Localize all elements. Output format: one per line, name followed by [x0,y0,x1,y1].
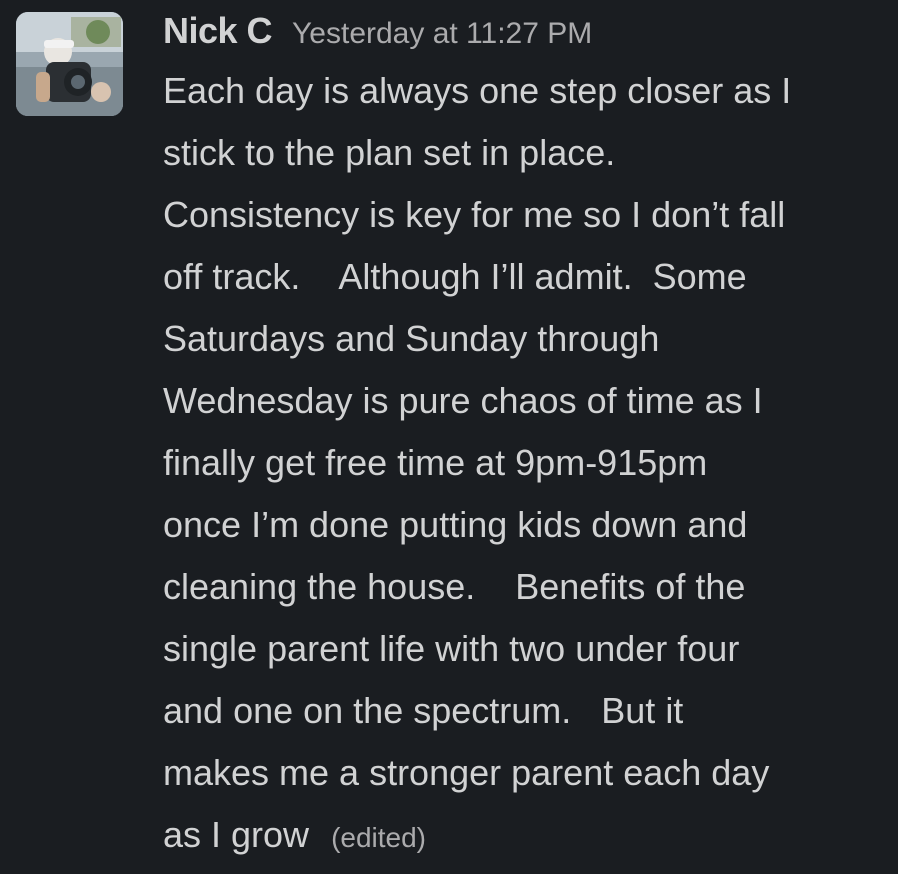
message-last-line: as I grow (edited) [163,804,883,866]
message-line: single parent life with two under four [163,628,740,669]
message-line: Each day is always one step closer as I [163,70,792,111]
message-line: cleaning the house. Benefits of the [163,566,746,607]
message-line: off track. Although I’ll admit. Some [163,256,747,297]
message-body: Each day is always one step closer as I … [163,60,883,866]
avatar-photo [16,12,123,116]
message-line: stick to the plan set in place. [163,132,616,173]
message-line: Saturdays and Sunday through [163,318,660,359]
message-line-text: as I grow [163,814,310,855]
timestamp[interactable]: Yesterday at 11:27 PM [292,17,592,51]
message-header: Nick C Yesterday at 11:27 PM [163,10,883,60]
avatar[interactable] [16,12,123,116]
sender-name[interactable]: Nick C [163,10,273,52]
message-content: Nick C Yesterday at 11:27 PM Each day is… [163,10,883,866]
message-line: Wednesday is pure chaos of time as I [163,380,763,421]
message-line: once I’m done putting kids down and [163,504,748,545]
message-line: Consistency is key for me so I don’t fal… [163,194,786,235]
message-line: finally get free time at 9pm-915pm [163,442,708,483]
message: Nick C Yesterday at 11:27 PM Each day is… [0,0,898,874]
message-line: makes me a stronger parent each day [163,752,770,793]
edited-label: (edited) [331,822,426,853]
message-line: and one on the spectrum. But it [163,690,684,731]
